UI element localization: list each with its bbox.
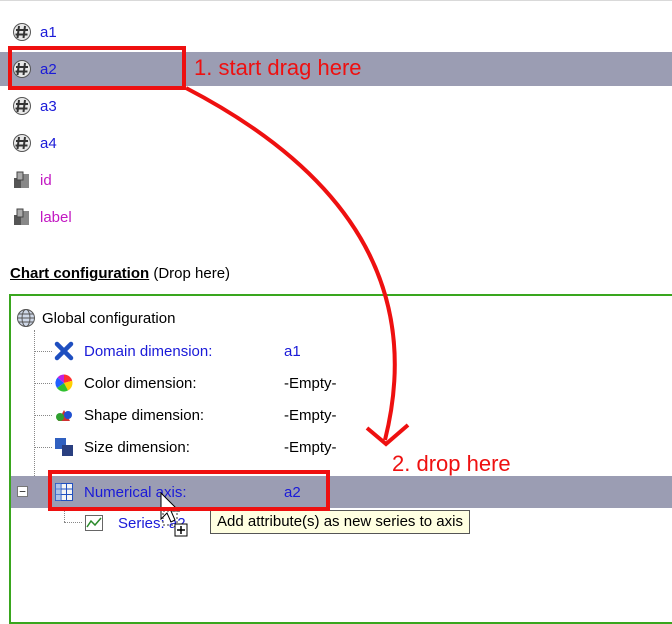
chart-configuration-hint: (Drop here): [153, 265, 231, 282]
chart-configuration-title: Chart configuration: [10, 265, 150, 282]
shape-dimension-value: -Empty-: [284, 406, 337, 424]
size-dimension-label: Size dimension:: [84, 438, 190, 456]
drop-annotation: 2. drop here: [392, 451, 511, 476]
color-dimension-value: -Empty-: [284, 374, 337, 392]
drop-target-highlight: [48, 470, 330, 511]
color-dimension-label: Color dimension:: [84, 374, 197, 392]
attribute-row-a1[interactable]: a1: [0, 15, 672, 49]
tree-connector: [34, 330, 35, 492]
size-dimension-value: -Empty-: [284, 438, 337, 456]
tree-item-size-dimension[interactable]: Size dimension: -Empty-: [54, 431, 354, 463]
tree-connector: [64, 522, 82, 523]
attribute-label: a1: [40, 23, 57, 41]
domain-dimension-label: Domain dimension:: [84, 342, 213, 360]
attribute-label: id: [40, 171, 52, 189]
attribute-label: a3: [40, 97, 57, 115]
collapse-toggle[interactable]: −: [17, 486, 28, 497]
tree-item-color-dimension[interactable]: Color dimension: -Empty-: [54, 367, 354, 399]
attribute-label: a4: [40, 134, 57, 152]
start-drag-annotation: 1. start drag here: [194, 55, 362, 80]
shapes-icon: [56, 410, 72, 421]
tree-connector: [34, 447, 52, 448]
tree-connector: [34, 415, 52, 416]
tree-item-series[interactable]: Series: a2: [84, 507, 224, 539]
attribute-row-a3[interactable]: a3: [0, 89, 672, 123]
tree-item-global-configuration[interactable]: Global configuration: [12, 302, 312, 334]
attribute-row-label[interactable]: label: [0, 200, 672, 234]
domain-dimension-value: a1: [284, 342, 301, 360]
tree-item-domain-dimension[interactable]: Domain dimension: a1: [54, 335, 354, 367]
chart-configuration-heading: Chart configuration (Drop here): [10, 265, 230, 282]
attribute-row-a4[interactable]: a4: [0, 126, 672, 160]
numeric-attribute-icon: [13, 97, 31, 115]
start-drag-highlight: [8, 46, 186, 90]
nominal-attribute-icon: [14, 171, 29, 188]
series-label: Series: a2: [118, 514, 186, 532]
numeric-attribute-icon: [13, 23, 31, 41]
tree-item-shape-dimension[interactable]: Shape dimension: -Empty-: [54, 399, 354, 431]
size-squares-icon: [55, 438, 73, 456]
attribute-list: a1 a2 a3 a4 id label: [0, 0, 672, 255]
tree-connector: [34, 383, 52, 384]
attribute-label: label: [40, 208, 72, 226]
global-configuration-label: Global configuration: [42, 309, 176, 327]
shape-dimension-label: Shape dimension:: [84, 406, 205, 424]
numeric-attribute-icon: [13, 134, 31, 152]
drop-tooltip: Add attribute(s) as new series to axis: [210, 510, 470, 534]
globe-icon: [17, 309, 35, 327]
tree-connector: [34, 351, 52, 352]
nominal-attribute-icon: [14, 208, 29, 225]
series-chart-icon: [85, 515, 103, 531]
cross-arrows-icon: [54, 341, 74, 361]
attribute-row-id[interactable]: id: [0, 163, 672, 197]
color-wheel-icon: [55, 374, 73, 392]
